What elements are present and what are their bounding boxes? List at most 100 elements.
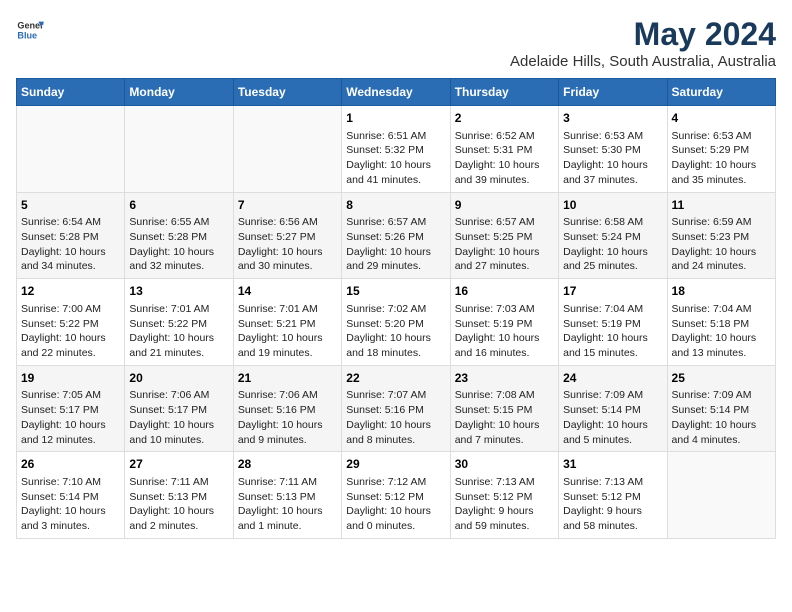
header-wednesday: Wednesday <box>342 79 450 106</box>
calendar-cell: 27 Sunrise: 7:11 AM Sunset: 5:13 PM Dayli… <box>125 452 233 539</box>
calendar-cell: 25Sunrise: 7:09 AM Sunset: 5:14 PM Dayli… <box>667 365 775 452</box>
calendar-cell: 29 Sunrise: 7:12 AM Sunset: 5:12 PM Dayli… <box>342 452 450 539</box>
header-thursday: Thursday <box>450 79 558 106</box>
day-content: Sunrise: 7:04 AM Sunset: 5:18 PM Dayligh… <box>672 302 771 361</box>
day-number: 3 <box>563 110 662 127</box>
day-number: 23 <box>455 370 554 387</box>
day-content: Sunrise: 6:53 AM Sunset: 5:29 PM Dayligh… <box>672 129 771 188</box>
calendar-cell: 7Sunrise: 6:56 AM Sunset: 5:27 PM Daylig… <box>233 192 341 279</box>
calendar-week-3: 12 Sunrise: 7:00 AM Sunset: 5:22 PM Dayli… <box>17 279 776 366</box>
day-number: 8 <box>346 197 445 214</box>
calendar-cell: 23Sunrise: 7:08 AM Sunset: 5:15 PM Dayli… <box>450 365 558 452</box>
day-content: Sunrise: 7:02 AM Sunset: 5:20 PM Dayligh… <box>346 302 445 361</box>
svg-text:Blue: Blue <box>17 30 37 40</box>
day-content: Sunrise: 6:58 AM Sunset: 5:24 PM Dayligh… <box>563 215 662 274</box>
day-content: Sunrise: 6:51 AM Sunset: 5:32 PM Dayligh… <box>346 129 445 188</box>
day-content: Sunrise: 7:13 AM Sunset: 5:12 PM Dayligh… <box>455 475 554 534</box>
day-content: Sunrise: 7:00 AM Sunset: 5:22 PM Dayligh… <box>21 302 120 361</box>
day-content: Sunrise: 7:04 AM Sunset: 5:19 PM Dayligh… <box>563 302 662 361</box>
calendar-cell <box>667 452 775 539</box>
calendar-cell: 22Sunrise: 7:07 AM Sunset: 5:16 PM Dayli… <box>342 365 450 452</box>
day-number: 28 <box>238 456 337 473</box>
day-content: Sunrise: 6:53 AM Sunset: 5:30 PM Dayligh… <box>563 129 662 188</box>
day-number: 5 <box>21 197 120 214</box>
calendar-header: Sunday Monday Tuesday Wednesday Thursday… <box>17 79 776 106</box>
calendar-cell: 16 Sunrise: 7:03 AM Sunset: 5:19 PM Dayli… <box>450 279 558 366</box>
header-friday: Friday <box>559 79 667 106</box>
day-content: Sunrise: 6:52 AM Sunset: 5:31 PM Dayligh… <box>455 129 554 188</box>
day-number: 4 <box>672 110 771 127</box>
day-number: 15 <box>346 283 445 300</box>
day-number: 7 <box>238 197 337 214</box>
day-number: 2 <box>455 110 554 127</box>
page-header: General Blue May 2024 Adelaide Hills, So… <box>16 16 776 70</box>
day-content: Sunrise: 7:09 AM Sunset: 5:14 PM Dayligh… <box>672 388 771 447</box>
calendar-table: Sunday Monday Tuesday Wednesday Thursday… <box>16 78 776 539</box>
calendar-cell: 14 Sunrise: 7:01 AM Sunset: 5:21 PM Dayli… <box>233 279 341 366</box>
subtitle: Adelaide Hills, South Australia, Austral… <box>510 53 776 70</box>
day-content: Sunrise: 6:59 AM Sunset: 5:23 PM Dayligh… <box>672 215 771 274</box>
calendar-cell: 21Sunrise: 7:06 AM Sunset: 5:16 PM Dayli… <box>233 365 341 452</box>
day-content: Sunrise: 7:03 AM Sunset: 5:19 PM Dayligh… <box>455 302 554 361</box>
calendar-cell: 26 Sunrise: 7:10 AM Sunset: 5:14 PM Dayli… <box>17 452 125 539</box>
title-block: May 2024 Adelaide Hills, South Australia… <box>510 16 776 70</box>
day-number: 18 <box>672 283 771 300</box>
logo: General Blue <box>16 16 44 44</box>
calendar-cell: 28 Sunrise: 7:11 AM Sunset: 5:13 PM Dayli… <box>233 452 341 539</box>
day-content: Sunrise: 7:10 AM Sunset: 5:14 PM Dayligh… <box>21 475 120 534</box>
calendar-cell: 11Sunrise: 6:59 AM Sunset: 5:23 PM Dayli… <box>667 192 775 279</box>
day-number: 25 <box>672 370 771 387</box>
calendar-cell: 17 Sunrise: 7:04 AM Sunset: 5:19 PM Dayli… <box>559 279 667 366</box>
day-content: Sunrise: 7:09 AM Sunset: 5:14 PM Dayligh… <box>563 388 662 447</box>
calendar-cell: 30Sunrise: 7:13 AM Sunset: 5:12 PM Dayli… <box>450 452 558 539</box>
header-tuesday: Tuesday <box>233 79 341 106</box>
day-number: 12 <box>21 283 120 300</box>
calendar-cell: 5Sunrise: 6:54 AM Sunset: 5:28 PM Daylig… <box>17 192 125 279</box>
day-content: Sunrise: 7:06 AM Sunset: 5:17 PM Dayligh… <box>129 388 228 447</box>
day-content: Sunrise: 6:57 AM Sunset: 5:25 PM Dayligh… <box>455 215 554 274</box>
header-row: Sunday Monday Tuesday Wednesday Thursday… <box>17 79 776 106</box>
day-number: 22 <box>346 370 445 387</box>
day-number: 9 <box>455 197 554 214</box>
calendar-week-5: 26 Sunrise: 7:10 AM Sunset: 5:14 PM Dayli… <box>17 452 776 539</box>
calendar-cell: 3 Sunrise: 6:53 AM Sunset: 5:30 PM Daylig… <box>559 106 667 193</box>
day-number: 17 <box>563 283 662 300</box>
day-number: 6 <box>129 197 228 214</box>
day-content: Sunrise: 7:13 AM Sunset: 5:12 PM Dayligh… <box>563 475 662 534</box>
calendar-week-4: 19Sunrise: 7:05 AM Sunset: 5:17 PM Dayli… <box>17 365 776 452</box>
calendar-cell: 19Sunrise: 7:05 AM Sunset: 5:17 PM Dayli… <box>17 365 125 452</box>
day-number: 1 <box>346 110 445 127</box>
day-number: 11 <box>672 197 771 214</box>
day-content: Sunrise: 6:54 AM Sunset: 5:28 PM Dayligh… <box>21 215 120 274</box>
day-content: Sunrise: 7:11 AM Sunset: 5:13 PM Dayligh… <box>238 475 337 534</box>
calendar-cell: 20Sunrise: 7:06 AM Sunset: 5:17 PM Dayli… <box>125 365 233 452</box>
day-content: Sunrise: 7:12 AM Sunset: 5:12 PM Dayligh… <box>346 475 445 534</box>
day-content: Sunrise: 7:05 AM Sunset: 5:17 PM Dayligh… <box>21 388 120 447</box>
calendar-cell: 12 Sunrise: 7:00 AM Sunset: 5:22 PM Dayli… <box>17 279 125 366</box>
calendar-cell: 6Sunrise: 6:55 AM Sunset: 5:28 PM Daylig… <box>125 192 233 279</box>
calendar-cell: 4 Sunrise: 6:53 AM Sunset: 5:29 PM Daylig… <box>667 106 775 193</box>
day-number: 16 <box>455 283 554 300</box>
day-number: 27 <box>129 456 228 473</box>
day-number: 31 <box>563 456 662 473</box>
calendar-cell <box>125 106 233 193</box>
calendar-cell: 15 Sunrise: 7:02 AM Sunset: 5:20 PM Dayli… <box>342 279 450 366</box>
day-number: 26 <box>21 456 120 473</box>
day-number: 29 <box>346 456 445 473</box>
calendar-cell <box>17 106 125 193</box>
day-number: 21 <box>238 370 337 387</box>
logo-icon: General Blue <box>16 16 44 44</box>
day-number: 14 <box>238 283 337 300</box>
day-number: 13 <box>129 283 228 300</box>
day-content: Sunrise: 7:01 AM Sunset: 5:21 PM Dayligh… <box>238 302 337 361</box>
calendar-cell: 13Sunrise: 7:01 AM Sunset: 5:22 PM Dayli… <box>125 279 233 366</box>
calendar-week-1: 1 Sunrise: 6:51 AM Sunset: 5:32 PM Daylig… <box>17 106 776 193</box>
day-content: Sunrise: 6:55 AM Sunset: 5:28 PM Dayligh… <box>129 215 228 274</box>
calendar-cell: 2 Sunrise: 6:52 AM Sunset: 5:31 PM Daylig… <box>450 106 558 193</box>
day-content: Sunrise: 6:56 AM Sunset: 5:27 PM Dayligh… <box>238 215 337 274</box>
header-monday: Monday <box>125 79 233 106</box>
day-content: Sunrise: 7:06 AM Sunset: 5:16 PM Dayligh… <box>238 388 337 447</box>
day-content: Sunrise: 7:11 AM Sunset: 5:13 PM Dayligh… <box>129 475 228 534</box>
day-number: 24 <box>563 370 662 387</box>
day-content: Sunrise: 7:07 AM Sunset: 5:16 PM Dayligh… <box>346 388 445 447</box>
